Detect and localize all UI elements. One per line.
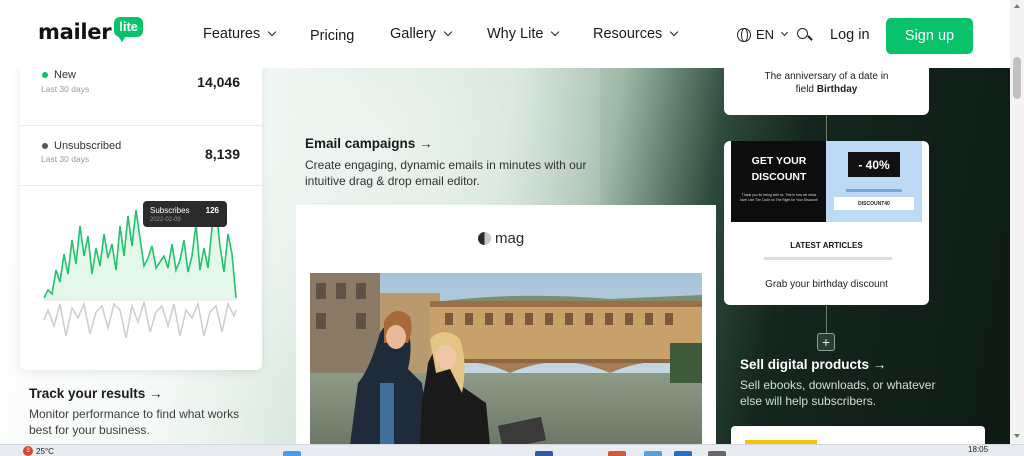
taskbar-app-icon[interactable]	[644, 451, 662, 456]
globe-icon	[737, 27, 751, 42]
taskbar-weather[interactable]: 3 25°C	[23, 446, 54, 456]
email-campaigns-desc: Create engaging, dynamic emails in minut…	[305, 158, 587, 188]
taskbar-clock: 18:05	[968, 445, 989, 454]
stat-unsub-value: 8,139	[204, 146, 240, 162]
promo-small-text: Thank you for being with us. This is how…	[740, 193, 818, 202]
taskbar-app-icon[interactable]	[708, 451, 726, 456]
workflow-connector-2	[826, 305, 827, 333]
anniversary-text: The anniversary of a date in field Birth…	[724, 70, 929, 96]
promo-right-panel: - 40% DISCOUNT40	[826, 141, 922, 222]
anniversary-field-name: Birthday	[816, 84, 858, 95]
nav-features-label: Features	[203, 26, 261, 42]
sell-digital-products-desc: Sell ebooks, downloads, or whatever else…	[740, 378, 936, 408]
scroll-down-arrow-icon[interactable]	[1014, 434, 1020, 438]
stat-new-label-wrap: New	[42, 69, 76, 81]
mailerlite-logo[interactable]: mailer lite	[38, 17, 144, 44]
florence-bridge-photo	[310, 273, 702, 445]
subscriber-stats-card: New Last 30 days 14,046 Unsubscribed Las…	[20, 56, 262, 370]
taskbar-app-icon[interactable]	[608, 451, 626, 456]
notification-badge: 3	[23, 446, 33, 456]
anniversary-line1: The anniversary of a date in	[764, 71, 889, 82]
promo-line-deco	[846, 189, 902, 192]
promo-percent: - 40%	[848, 152, 900, 177]
taskbar-app-icon[interactable]	[283, 451, 301, 456]
chevron-down-icon	[551, 27, 560, 37]
chevron-down-icon	[443, 27, 453, 37]
nav-why-lite[interactable]: Why Lite	[487, 26, 560, 42]
latest-articles-heading: LATEST ARTICLES	[790, 241, 863, 250]
tooltip-label: Subscribes	[150, 206, 190, 215]
tooltip-value: 126	[205, 206, 219, 215]
stat-unsubscribed: Unsubscribed Last 30 days 8,139	[20, 116, 262, 186]
search-icon[interactable]	[797, 28, 813, 43]
birthday-email-card: GET YOUR DISCOUNT Thank you for being wi…	[724, 141, 929, 305]
language-selector[interactable]: EN	[737, 27, 789, 42]
stat-new-value: 14,046	[197, 74, 240, 90]
scroll-up-arrow-icon[interactable]	[1014, 4, 1020, 8]
track-results-link[interactable]: Track your results →	[29, 386, 163, 401]
tooltip-date: 2022-02-09	[150, 217, 181, 223]
promo-code: DISCOUNT40	[834, 197, 914, 210]
photo-illustration	[310, 273, 702, 445]
promo-left-panel: GET YOUR DISCOUNT Thank you for being wi…	[731, 141, 826, 222]
login-link[interactable]: Log in	[830, 27, 870, 43]
logo-badge: lite	[114, 17, 144, 42]
chevron-down-icon	[781, 28, 789, 37]
scrollbar-thumb[interactable]	[1013, 57, 1021, 99]
nav-gallery[interactable]: Gallery	[390, 26, 453, 42]
nav-gallery-label: Gallery	[390, 26, 436, 42]
logo-word: mailer	[38, 20, 112, 44]
chevron-down-icon	[670, 27, 679, 37]
promo-email-preview: GET YOUR DISCOUNT Thank you for being wi…	[731, 141, 922, 261]
promo-headline-line2: DISCOUNT	[751, 171, 807, 183]
sell-digital-products-link[interactable]: Sell digital products →	[740, 357, 886, 372]
signup-button[interactable]: Sign up	[886, 18, 973, 54]
anniversary-field-prefix: field	[795, 84, 814, 95]
birthday-caption: Grab your birthday discount	[765, 279, 888, 290]
mag-logo-text: mag	[495, 230, 525, 247]
top-navigation: mailer lite Features Pricing Gallery Why…	[0, 0, 1010, 68]
green-dot-icon	[42, 72, 48, 78]
add-step-button[interactable]: +	[817, 333, 835, 351]
gray-dot-icon	[42, 143, 48, 149]
chart-tooltip: Subscribes 126 2022-02-09	[143, 201, 227, 227]
stat-unsub-label-wrap: Unsubscribed	[42, 140, 121, 152]
chevron-down-icon	[267, 27, 277, 37]
mag-logo: mag	[478, 230, 524, 247]
os-taskbar: 3 25°C 18:05	[0, 444, 1024, 456]
email-preview-card: mag	[296, 205, 716, 445]
nav-pricing-label: Pricing	[310, 28, 355, 44]
mag-logo-icon	[478, 232, 491, 245]
stat-unsub-label: Unsubscribed	[54, 140, 122, 152]
weather-text: 25°C	[36, 446, 54, 456]
track-results-desc: Monitor performance to find what works b…	[29, 407, 240, 437]
nav-features[interactable]: Features	[203, 26, 277, 42]
mailerlite-homepage: mailer lite Features Pricing Gallery Why…	[0, 0, 1024, 456]
workflow-connector	[826, 115, 827, 141]
language-label: EN	[756, 27, 775, 42]
latest-articles-line	[764, 257, 892, 260]
promo-headline-line1: GET YOUR	[751, 155, 807, 167]
chart-unsubscribed-line	[43, 301, 237, 339]
promo-headline: GET YOUR DISCOUNT	[737, 153, 821, 185]
taskbar-app-icon[interactable]	[535, 451, 553, 456]
nav-resources-label: Resources	[593, 26, 663, 42]
stat-new-label: New	[54, 69, 77, 81]
nav-resources[interactable]: Resources	[593, 26, 679, 42]
stat-new-sub: Last 30 days	[41, 84, 90, 94]
stat-unsub-sub: Last 30 days	[41, 154, 90, 164]
taskbar-app-icon[interactable]	[674, 451, 692, 456]
email-campaigns-link[interactable]: Email campaigns →	[305, 136, 433, 151]
nav-why-lite-label: Why Lite	[487, 26, 544, 42]
nav-pricing[interactable]: Pricing	[310, 28, 354, 44]
